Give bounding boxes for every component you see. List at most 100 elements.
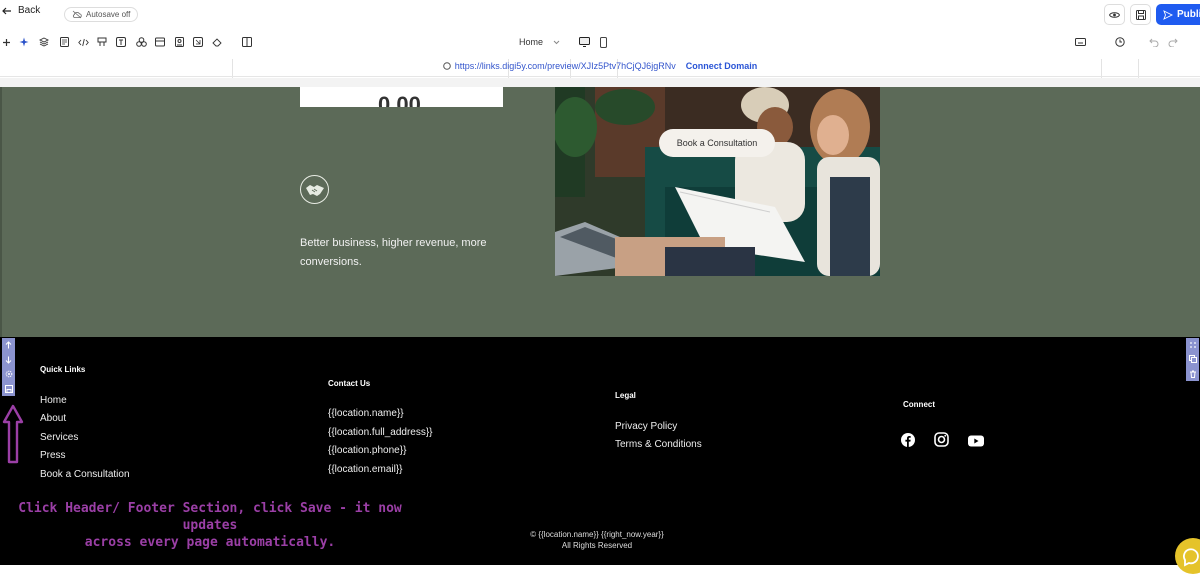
save-button[interactable] bbox=[1130, 4, 1151, 25]
media-button[interactable] bbox=[173, 36, 185, 48]
footer-link-privacy-policy[interactable]: Privacy Policy bbox=[615, 421, 677, 432]
arrow-left-icon bbox=[2, 7, 11, 14]
top-bar: Back Autosave off Publi bbox=[0, 0, 1200, 28]
text-button[interactable] bbox=[115, 36, 127, 48]
arrow-up-icon[interactable] bbox=[5, 341, 12, 349]
send-icon bbox=[1163, 9, 1173, 20]
forms-button[interactable] bbox=[96, 36, 108, 48]
preview-url-link[interactable]: https://links.digi5y.com/preview/XJIz5Pt… bbox=[455, 61, 676, 71]
eraser-icon bbox=[212, 38, 222, 47]
page-select[interactable]: Home bbox=[510, 30, 568, 54]
price-value: 0.00 bbox=[378, 92, 421, 107]
monitor-icon bbox=[578, 37, 590, 47]
split-view-button[interactable] bbox=[241, 36, 253, 48]
preview-button[interactable] bbox=[1104, 4, 1125, 25]
footer-link-book-consultation[interactable]: Book a Consultation bbox=[40, 469, 130, 480]
embed-icon bbox=[193, 37, 203, 47]
facebook-link[interactable] bbox=[901, 433, 915, 447]
footer-link-services[interactable]: Services bbox=[40, 432, 78, 443]
publish-button[interactable]: Publi bbox=[1156, 4, 1200, 25]
history-button[interactable] bbox=[1114, 36, 1126, 48]
tutorial-annotation: Click Header/ Footer Section, click Save… bbox=[0, 500, 420, 551]
cloud-off-icon bbox=[72, 10, 82, 19]
text-icon bbox=[116, 37, 126, 47]
sparkle-icon bbox=[19, 37, 29, 47]
footer-link-terms[interactable]: Terms & Conditions bbox=[615, 439, 702, 450]
mobile-view-button[interactable] bbox=[597, 36, 609, 48]
instagram-icon bbox=[934, 432, 949, 447]
contact-location-email: {{location.email}} bbox=[328, 464, 403, 475]
undo-icon bbox=[1149, 38, 1159, 47]
copy-icon[interactable] bbox=[1188, 355, 1197, 364]
pricing-card: 0.00 bbox=[300, 87, 503, 107]
youtube-link[interactable] bbox=[968, 434, 984, 447]
people-photo-image bbox=[555, 87, 880, 276]
shapes-button[interactable] bbox=[135, 36, 147, 48]
contact-heading: Contact Us bbox=[328, 379, 371, 388]
redo-button[interactable] bbox=[1167, 36, 1179, 48]
youtube-icon bbox=[968, 435, 984, 447]
legal-heading: Legal bbox=[615, 391, 636, 400]
gear-icon[interactable] bbox=[5, 370, 13, 378]
instagram-link[interactable] bbox=[934, 432, 949, 447]
facebook-icon bbox=[901, 433, 915, 447]
redo-icon bbox=[1168, 38, 1178, 47]
copyright-line-1: © {{location.name}} {{right_now.year}} bbox=[530, 530, 664, 539]
globe-icon bbox=[442, 62, 451, 70]
tagline-text: Better business, higher revenue, more co… bbox=[300, 237, 487, 268]
annotation-line-1: Click Header/ Footer Section, click Save… bbox=[18, 501, 402, 533]
layers-button[interactable] bbox=[38, 36, 50, 48]
copyright-line-2: All Rights Reserved bbox=[561, 541, 633, 550]
pages-button[interactable] bbox=[58, 36, 70, 48]
editor-toolbar: Home bbox=[0, 28, 1200, 81]
add-element-button[interactable] bbox=[0, 36, 12, 48]
consultation-photo bbox=[555, 87, 880, 276]
eye-icon bbox=[1109, 11, 1120, 18]
contact-location-address: {{location.full_address}} bbox=[328, 427, 433, 438]
save-icon bbox=[1135, 9, 1146, 20]
embed-button[interactable] bbox=[192, 36, 204, 48]
back-label: Back bbox=[18, 5, 41, 16]
clear-format-button[interactable] bbox=[211, 36, 223, 48]
arrow-down-icon[interactable] bbox=[5, 356, 12, 364]
section-icon bbox=[155, 37, 165, 47]
columns-icon bbox=[242, 37, 252, 47]
plus-icon bbox=[2, 38, 10, 46]
annotation-line-2: across every page automatically. bbox=[84, 535, 336, 550]
desktop-view-button[interactable] bbox=[578, 36, 590, 48]
code-button[interactable] bbox=[77, 36, 89, 48]
chevron-down-icon bbox=[553, 40, 560, 44]
image-icon bbox=[174, 37, 184, 47]
section-controls-left bbox=[2, 338, 15, 396]
contact-location-name: {{location.name}} bbox=[328, 408, 404, 419]
arrow-up-annotation-icon bbox=[2, 404, 24, 464]
connect-domain-link[interactable]: Connect Domain bbox=[686, 61, 758, 71]
canvas-gutter bbox=[0, 78, 1200, 87]
page-icon bbox=[59, 37, 69, 47]
keyboard-shortcuts-button[interactable] bbox=[1074, 36, 1086, 48]
code-icon bbox=[77, 38, 89, 46]
back-button[interactable]: Back bbox=[2, 5, 40, 16]
move-icon[interactable] bbox=[1189, 341, 1197, 349]
help-widget-button[interactable] bbox=[1175, 538, 1200, 574]
footer-link-about[interactable]: About bbox=[40, 413, 66, 424]
shapes-icon bbox=[135, 37, 147, 47]
book-consultation-button[interactable]: Book a Consultation bbox=[659, 129, 775, 157]
ai-button[interactable] bbox=[18, 36, 30, 48]
phone-icon bbox=[599, 36, 607, 48]
connect-heading: Connect bbox=[903, 400, 935, 409]
sections-button[interactable] bbox=[154, 36, 166, 48]
history-icon bbox=[1115, 37, 1125, 47]
undo-button[interactable] bbox=[1148, 36, 1160, 48]
footer-link-press[interactable]: Press bbox=[40, 450, 66, 461]
save-icon[interactable] bbox=[4, 384, 13, 393]
autosave-toggle[interactable]: Autosave off bbox=[64, 7, 139, 22]
handshake-badge bbox=[300, 175, 329, 204]
form-icon bbox=[97, 37, 107, 46]
publish-label: Publi bbox=[1177, 9, 1200, 20]
trash-icon[interactable] bbox=[1189, 370, 1197, 378]
autosave-label: Autosave off bbox=[86, 10, 131, 19]
handshake-icon bbox=[305, 184, 324, 196]
contact-location-phone: {{location.phone}} bbox=[328, 445, 407, 456]
footer-link-home[interactable]: Home bbox=[40, 395, 67, 406]
